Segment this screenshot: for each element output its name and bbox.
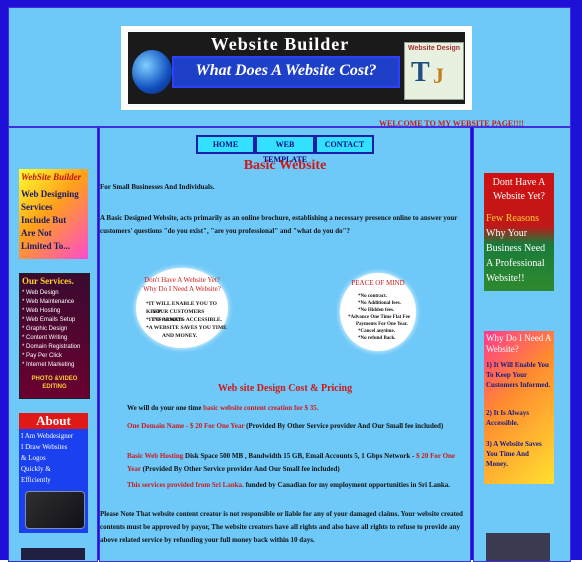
srilanka-rest: funded by Canadian for my employment opp…: [243, 481, 451, 489]
domain-note: (Provided By Other Service provider And …: [244, 422, 444, 430]
bottom-left-image: [21, 548, 85, 560]
oval-line: *Advance One Time Flat Fee: [348, 315, 411, 320]
globe-icon: [132, 50, 172, 94]
why-website-oval: Don't Have A Website Yet? Why Do I Need …: [136, 268, 228, 348]
card-line: Web Designing: [21, 189, 79, 199]
disclaimer-text: Please Note That website content creator…: [100, 510, 463, 544]
banner-title: Website Builder: [210, 34, 350, 54]
services-footer: PHOTO &VIDEO EDITING: [31, 376, 78, 390]
reasons-line: Dont Have A: [492, 177, 546, 188]
card-line: Include But: [21, 215, 67, 225]
header-bar: Website Builder What Does A Website Cost…: [8, 7, 571, 128]
reasons-line: Website Yet?: [493, 191, 545, 202]
reasons-line: Few Reasons: [486, 213, 540, 224]
hosting-specs: Disk Space 500 MB , Bandwidth 15 GB, Ema…: [183, 452, 417, 460]
right-sidebar: Dont Have A Website Yet? Few Reasons Why…: [473, 127, 571, 562]
one-time-offer: We will do your one time basic website c…: [127, 402, 467, 415]
reasons-card[interactable]: Dont Have A Website Yet? Few Reasons Why…: [484, 173, 554, 291]
about-title: About: [19, 413, 88, 429]
service-item: * Domain Registration: [22, 344, 81, 350]
content-row: WebSite Builder Web Designing Services I…: [8, 127, 571, 562]
oval-line: *No Hidden fees.: [358, 308, 395, 313]
nav-web-template-button[interactable]: WEB TEMPLATE: [255, 135, 315, 164]
about-line: Efficiently: [21, 476, 51, 484]
about-line: Quickly &: [21, 465, 51, 473]
service-item: * Web Maintenance: [22, 299, 75, 305]
hosting-label: Basic Web Hosting: [127, 452, 184, 460]
nav-contact-button[interactable]: CONTACT: [315, 135, 374, 154]
tablet-image: [25, 491, 85, 529]
description-text: A Basic Designed Website, acts primarily…: [100, 214, 458, 235]
about-line: I Am Webdesigner: [21, 432, 74, 440]
page-title: Basic Website: [243, 158, 327, 173]
one-time-prefix: We will do your one time: [127, 404, 204, 412]
intro-text: For Small Businesses And Individuals.: [100, 183, 215, 191]
card-line: Services: [21, 202, 53, 212]
hosting-pricing: Basic Web Hosting Disk Space 500 MB , Ba…: [127, 450, 467, 476]
domain-pricing: One Domain Name - $ 20 For One Year (Pro…: [127, 420, 467, 433]
reasons-line: A Professional: [486, 258, 545, 269]
card-line: Limited To...: [21, 241, 71, 251]
oval-line: AND MONEY.: [162, 333, 198, 339]
oval-title: PEACE OF MIND: [351, 279, 405, 287]
reasons-line: Business Need: [486, 243, 546, 254]
logo-text: Website Design: [408, 45, 460, 52]
why-item: 2) It Is Always Accessible.: [486, 409, 529, 427]
services-title: Our Services.: [22, 276, 74, 286]
oval-title: Why Do I Need A Website?: [143, 285, 221, 293]
header-banner: Website Builder What Does A Website Cost…: [121, 26, 472, 110]
card-line: Are Not: [21, 228, 52, 238]
top-nav: HOME WEB TEMPLATE CONTACT: [196, 135, 374, 164]
oval-line: *A WEBSITE SAVES YOU TIME: [146, 325, 227, 331]
domain-price: One Domain Name - $ 20 For One Year: [127, 422, 245, 430]
banner-image: Website Builder What Does A Website Cost…: [128, 32, 465, 104]
why-item: 3) A Website Saves You Time And Money.: [486, 440, 542, 468]
hosting-note: (Provided By Other Service provider And …: [140, 465, 340, 473]
oval-line: *Cancel anytime.: [358, 329, 395, 334]
reasons-line: Website!!: [486, 273, 525, 284]
company-logo: Website Design T J: [404, 42, 464, 100]
services-card[interactable]: Our Services. * Web Design * Web Mainten…: [19, 273, 90, 399]
oval-line: *IT IS ALWAYS ACCESSIBLE.: [146, 317, 222, 323]
web-builder-card[interactable]: WebSite Builder Web Designing Services I…: [19, 169, 88, 259]
device-image: [486, 533, 550, 561]
banner-subtitle: What Does A Website Cost?: [172, 56, 400, 88]
main-content: HOME WEB TEMPLATE CONTACT Basic Website …: [99, 127, 471, 562]
about-line: & Logos: [21, 454, 46, 462]
about-card[interactable]: About I Am Webdesigner I Draw Websites &…: [19, 413, 88, 533]
nav-home-button[interactable]: HOME: [196, 135, 255, 154]
page-frame: Website Builder What Does A Website Cost…: [0, 0, 582, 562]
service-item: * Internet Marketing: [22, 362, 75, 368]
oval-line: *No Additional fees.: [358, 301, 401, 306]
service-item: * Content Writing: [22, 335, 68, 341]
about-line: I Draw Websites: [21, 443, 68, 451]
logo-letter-2: J: [433, 63, 444, 88]
oval-title: Don't Have A Website Yet?: [144, 276, 220, 284]
reasons-line: Why Your: [486, 228, 528, 239]
service-item: * Graphic Design: [22, 326, 68, 332]
service-item: * Web Design: [22, 290, 59, 296]
cost-section-title: Web site Design Cost & Pricing: [217, 383, 353, 394]
service-item: * Web Emails Setup: [22, 317, 76, 323]
service-item: * Web Hosting: [22, 308, 61, 314]
srilanka-highlight: This services provided from Sri Lanka.: [127, 481, 244, 489]
oval-line: *No contract.: [358, 294, 387, 299]
peace-of-mind-oval: PEACE OF MIND *No contract. *No Addition…: [340, 273, 416, 351]
one-time-price: basic website content creation for $ 35.: [203, 404, 319, 412]
why-item: 1) It Will Enable You To Keep Your Custo…: [486, 361, 551, 389]
logo-letter-1: T: [411, 57, 430, 88]
srilanka-note: This services provided from Sri Lanka. f…: [127, 479, 467, 492]
card-heading: WebSite Builder: [21, 172, 82, 182]
left-sidebar: WebSite Builder Web Designing Services I…: [8, 127, 98, 562]
oval-line: *No refund Back.: [358, 336, 396, 341]
oval-line: Payments For One Year.: [356, 322, 408, 327]
service-item: * Pay Per Click: [22, 353, 63, 359]
why-need-website-card[interactable]: Why Do I Need A Website? 1) It Will Enab…: [484, 331, 554, 484]
why-title: Why Do I Need A Website?: [486, 333, 551, 354]
